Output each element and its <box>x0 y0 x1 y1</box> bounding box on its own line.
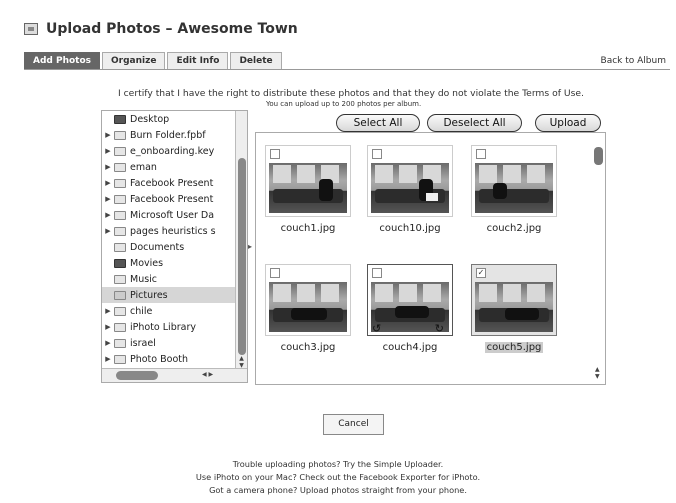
folder-icon <box>114 194 126 204</box>
scroll-arrows-icon[interactable]: ◀ ▶ <box>202 371 213 378</box>
page-header: Upload Photos – Awesome Town <box>24 21 298 37</box>
rotate-right-icon[interactable]: ↻ <box>435 322 444 335</box>
file-browser-item[interactable]: ▶ pages heuristics s <box>102 223 215 239</box>
file-browser-item-selected[interactable]: Pictures <box>102 287 236 303</box>
folder-icon <box>114 146 126 156</box>
footer-simple-uploader-text[interactable]: Trouble uploading photos? Try the Simple… <box>0 459 676 469</box>
expand-arrow-icon[interactable]: ▶ <box>102 355 114 363</box>
expand-arrow-icon[interactable]: ▶ <box>102 227 114 235</box>
tab-bar: Add Photos Organize Edit Info Delete <box>24 52 282 69</box>
photo-filename: couch1.jpg <box>280 223 336 234</box>
pictures-folder-icon <box>114 290 126 300</box>
file-browser-item[interactable]: ▶ iPhoto Library <box>102 319 196 335</box>
file-browser-item[interactable]: ▶ Facebook Present <box>102 175 213 191</box>
photo-checkbox[interactable] <box>270 149 280 159</box>
photo-filename: couch10.jpg <box>379 223 441 234</box>
file-browser-item[interactable]: Desktop <box>102 111 169 127</box>
file-browser-item[interactable]: ▶ Facebook Present <box>102 191 213 207</box>
file-browser-item[interactable]: ▶ chile <box>102 303 152 319</box>
deselect-all-button[interactable]: Deselect All <box>427 114 522 132</box>
photo-checkbox[interactable] <box>270 268 280 278</box>
photo-checkbox[interactable] <box>476 149 486 159</box>
scroll-thumb[interactable] <box>116 371 158 380</box>
footer-camera-phone-text[interactable]: Got a camera phone? Upload photos straig… <box>0 485 676 495</box>
file-browser-vertical-scrollbar[interactable]: ▲ ▼ <box>235 111 247 369</box>
photo-thumbnail <box>475 163 553 213</box>
photo-filename: couch5.jpg <box>484 342 544 353</box>
photo-checkbox[interactable] <box>372 149 382 159</box>
folder-icon <box>114 210 126 220</box>
folder-icon <box>114 178 126 188</box>
back-to-album-link[interactable]: Back to Album <box>601 56 666 66</box>
file-browser-item[interactable]: ▶ Burn Folder.fpbf <box>102 127 205 143</box>
photo-grid-scrollbar[interactable]: ▲ ▼ <box>594 139 604 380</box>
photo-checkbox-checked[interactable]: ✓ <box>476 268 486 278</box>
desktop-icon <box>114 114 126 124</box>
file-browser-item[interactable]: ▶ eman <box>102 159 157 175</box>
scroll-arrows-icon[interactable]: ▲ ▼ <box>236 355 247 369</box>
photo-checkbox[interactable] <box>372 268 382 278</box>
tab-add-photos[interactable]: Add Photos <box>24 52 101 69</box>
file-browser-item[interactable]: ▶ Microsoft User Da <box>102 207 214 223</box>
expand-arrow-icon[interactable]: ▶ <box>102 163 114 171</box>
expand-arrow-icon[interactable]: ▶ <box>102 339 114 347</box>
folder-icon <box>114 354 126 364</box>
scroll-thumb[interactable] <box>594 147 603 165</box>
photo-album-icon <box>24 23 38 35</box>
photo-tile[interactable]: couch2.jpg <box>471 145 557 241</box>
tab-edit-info[interactable]: Edit Info <box>167 52 229 69</box>
photo-tile[interactable]: couch10.jpg <box>367 145 453 241</box>
file-browser-item[interactable]: Documents <box>102 239 184 255</box>
photo-thumbnail <box>371 163 449 213</box>
expand-arrow-icon[interactable]: ▶ <box>102 131 114 139</box>
file-browser-item[interactable]: Movies <box>102 255 163 271</box>
movies-folder-icon <box>114 258 126 268</box>
documents-folder-icon <box>114 242 126 252</box>
photo-filename: couch4.jpg <box>382 342 438 353</box>
file-browser-item[interactable]: ▶ e_onboarding.key <box>102 143 214 159</box>
file-browser-horizontal-scrollbar[interactable]: ◀ ▶ <box>102 368 247 382</box>
photo-tile[interactable]: couch3.jpg <box>265 264 351 360</box>
photo-thumbnail <box>475 282 553 332</box>
file-browser-item[interactable]: ▶ Photo Booth <box>102 351 188 367</box>
file-browser-item[interactable]: Music <box>102 271 157 287</box>
tab-organize[interactable]: Organize <box>102 52 166 69</box>
upload-limit-text: You can upload up to 200 photos per albu… <box>266 100 422 108</box>
scroll-arrows-icon[interactable]: ▲ ▼ <box>595 366 600 380</box>
expand-arrow-icon[interactable]: ▶ <box>102 179 114 187</box>
cancel-button[interactable]: Cancel <box>323 414 384 435</box>
scroll-thumb[interactable] <box>238 158 246 355</box>
music-folder-icon <box>114 274 126 284</box>
expand-arrow-icon[interactable]: ▶ <box>102 195 114 203</box>
photo-thumbnail <box>269 163 347 213</box>
expand-arrow-icon[interactable]: ▶ <box>102 323 114 331</box>
file-browser-item[interactable]: ▶ israel <box>102 335 156 351</box>
folder-icon <box>114 130 126 140</box>
photo-filename: couch2.jpg <box>486 223 542 234</box>
page-title: Upload Photos – Awesome Town <box>46 21 298 37</box>
folder-icon <box>114 226 126 236</box>
expand-arrow-icon[interactable]: ▶ <box>102 147 114 155</box>
photo-tile[interactable]: couch1.jpg <box>265 145 351 241</box>
folder-icon <box>114 322 126 332</box>
upload-button[interactable]: Upload <box>535 114 601 132</box>
photo-grid-panel: couch1.jpg couch10.jpg couch2.jpg couch3… <box>255 132 606 385</box>
photo-tile[interactable]: ↺ ↻ couch4.jpg <box>367 264 453 360</box>
footer-iphoto-exporter-text[interactable]: Use iPhoto on your Mac? Check out the Fa… <box>0 472 676 482</box>
photo-tile-selected[interactable]: ✓ couch5.jpg <box>471 264 557 360</box>
certify-text: I certify that I have the right to distr… <box>118 88 584 99</box>
select-all-button[interactable]: Select All <box>336 114 420 132</box>
resize-handle-icon[interactable]: ▸ <box>248 242 252 251</box>
folder-icon <box>114 162 126 172</box>
file-browser[interactable]: Desktop ▶ Burn Folder.fpbf ▶ e_onboardin… <box>101 110 248 383</box>
photo-filename: couch3.jpg <box>280 342 336 353</box>
expand-arrow-icon[interactable]: ▶ <box>102 211 114 219</box>
expand-arrow-icon[interactable]: ▶ <box>102 307 114 315</box>
folder-icon <box>114 338 126 348</box>
rotate-left-icon[interactable]: ↺ <box>372 322 381 335</box>
tab-divider <box>24 69 670 70</box>
photo-thumbnail <box>269 282 347 332</box>
tab-delete[interactable]: Delete <box>230 52 282 69</box>
folder-icon <box>114 306 126 316</box>
